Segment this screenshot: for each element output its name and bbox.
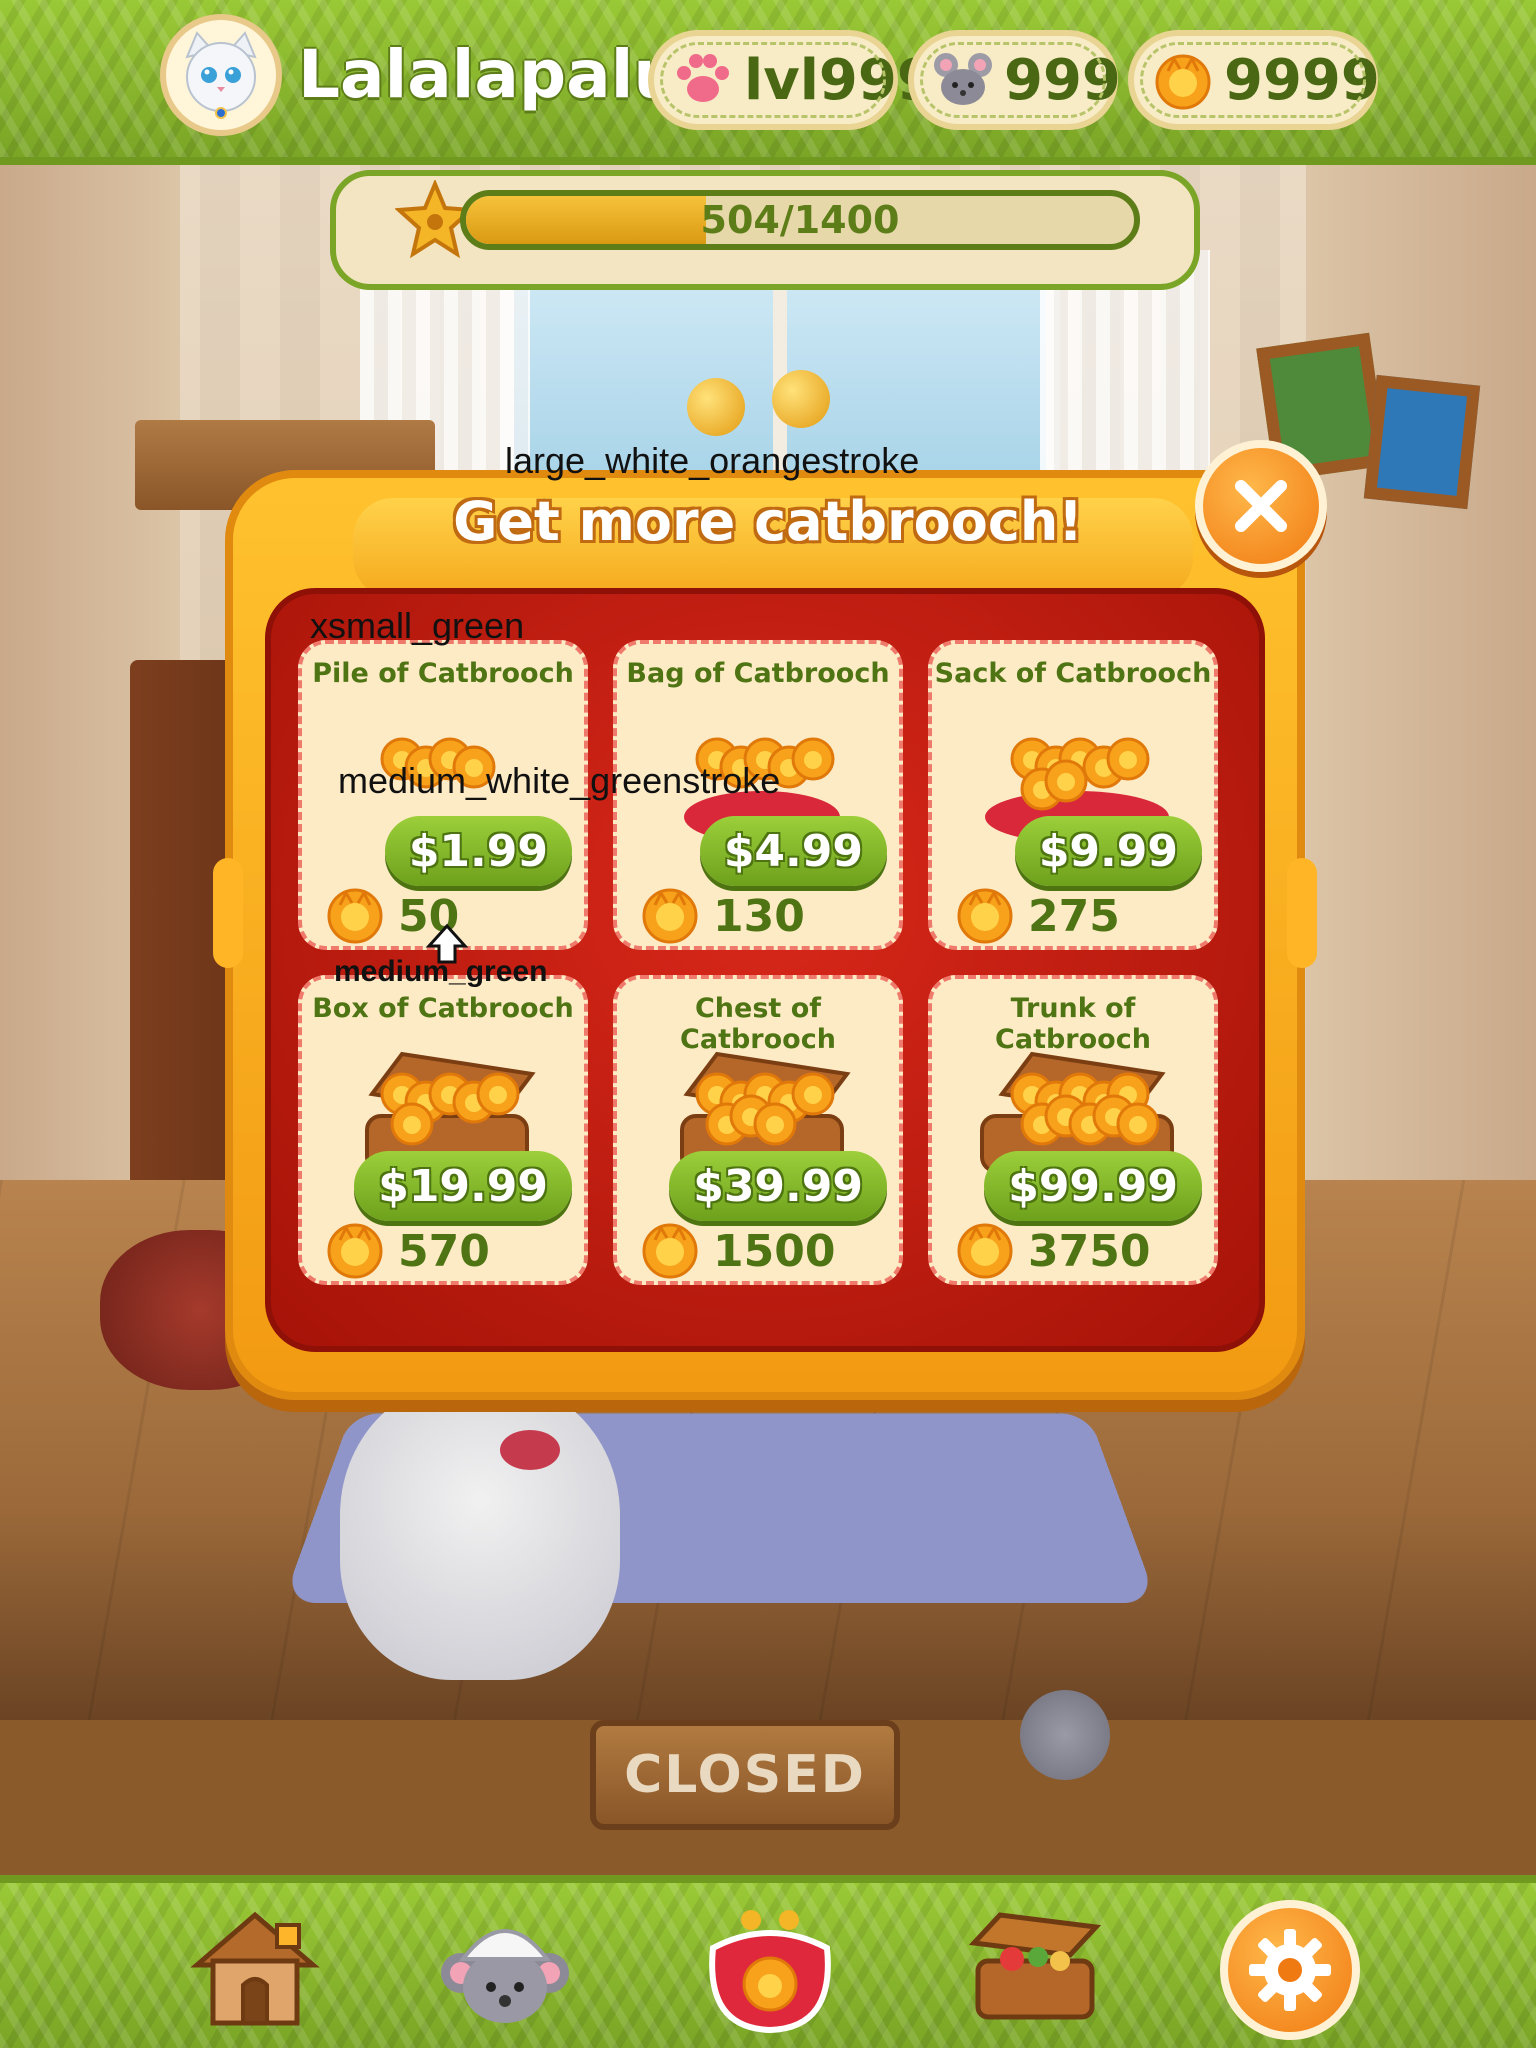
shop-item-title: Sack of Catbrooch [934, 658, 1212, 689]
mice-value: 999 [1004, 47, 1121, 113]
dialog-side-knob-right [1287, 858, 1317, 968]
buy-price-button[interactable]: $1.99 [384, 816, 572, 886]
shop-item-card[interactable]: Box of Catbrooch $19.99 570 [298, 975, 588, 1285]
catbrooch-coin-icon [322, 881, 388, 951]
annotation-amount-style: medium_green [334, 955, 548, 988]
catbrooch-amount-value: 570 [398, 1225, 490, 1277]
shop-item-title: Pile of Catbrooch [312, 658, 574, 689]
level-counter: lvl999 [648, 30, 936, 130]
buy-price-button[interactable]: $39.99 [669, 1151, 887, 1221]
closed-sign[interactable]: CLOSED [590, 1720, 900, 1830]
catbrooch-coin-icon [952, 881, 1018, 951]
close-icon [1235, 480, 1287, 532]
catbrooch-amount-value: 1500 [713, 1225, 836, 1277]
mouse-helmet-icon [441, 1928, 569, 2023]
catbrooch-amount-value: 275 [1028, 890, 1120, 942]
paw-icon [670, 47, 736, 113]
gear-icon [1249, 1929, 1331, 2011]
catbrooch-amount: 570 [322, 1219, 490, 1283]
xp-progress-text: 504/1400 [700, 198, 900, 242]
catbrooch-amount: 275 [952, 884, 1120, 948]
buy-price-button[interactable]: $4.99 [699, 816, 887, 886]
dialog-ear-left [687, 378, 745, 436]
catbrooch-coin-icon [322, 1216, 388, 1286]
cat-avatar-icon [185, 31, 257, 119]
player-name: Lalalapalu [298, 36, 681, 113]
nav-shop-button[interactable] [695, 1895, 845, 2040]
annotation-card-title-style: xsmall_green [310, 605, 525, 646]
nav-mouse-button[interactable] [430, 1895, 580, 2040]
annotation-title-style: large_white_orangestroke [505, 440, 920, 481]
catbrooch-coin-icon [637, 1216, 703, 1286]
treasure-chest-icon [968, 1911, 1102, 2019]
coin-purse-icon [709, 1909, 831, 2033]
buy-price-button[interactable]: $19.99 [354, 1151, 572, 1221]
catbrooch-value: 9999 [1224, 47, 1380, 113]
cat-collar [500, 1430, 560, 1470]
nav-home-button[interactable] [180, 1895, 330, 2040]
dialog-side-knob-left [213, 858, 243, 968]
mouse-character[interactable] [1020, 1690, 1110, 1780]
player-avatar[interactable] [160, 14, 282, 136]
shop-item-title: Box of Catbrooch [312, 993, 574, 1024]
house-icon [190, 1911, 320, 2025]
annotation-price-style: medium_white_greenstroke [338, 760, 781, 801]
dialog-ear-right [772, 370, 830, 428]
xp-progress-bar: 504/1400 [460, 190, 1140, 250]
catbrooch-amount-value: 130 [713, 890, 805, 942]
catbrooch-amount: 1500 [637, 1219, 835, 1283]
catbrooch-coin-icon [952, 1216, 1018, 1286]
settings-button[interactable] [1220, 1900, 1360, 2040]
shop-item-title: Bag of Catbrooch [626, 658, 890, 689]
catbrooch-counter: 9999 [1128, 30, 1380, 130]
buy-price-button[interactable]: $9.99 [1014, 816, 1202, 886]
catbrooch-amount: 130 [637, 884, 805, 948]
shop-item-card[interactable]: Chest of Catbrooch $39.99 1500 [613, 975, 903, 1285]
catbrooch-coin-icon [1150, 47, 1216, 113]
cat-character[interactable] [340, 1380, 620, 1680]
closed-sign-label: CLOSED [624, 1745, 866, 1805]
mouse-icon [930, 47, 996, 113]
mice-counter: 999 [908, 30, 1121, 130]
game-scene: Lalalapalu lvl999 999 9999 504/1400 Get … [0, 0, 1536, 2048]
shop-item-card[interactable]: Trunk of Catbrooch $99.99 3750 [928, 975, 1218, 1285]
buy-price-button[interactable]: $99.99 [984, 1151, 1202, 1221]
nav-items-button[interactable] [960, 1895, 1110, 2040]
shop-item-card[interactable]: Sack of Catbrooch $9.99 275 [928, 640, 1218, 950]
close-button[interactable] [1195, 440, 1327, 572]
wall-picture-fish [1363, 374, 1481, 510]
catbrooch-coin-icon [637, 881, 703, 951]
catbrooch-amount: 3750 [952, 1219, 1150, 1283]
catbrooch-amount-value: 3750 [1028, 1225, 1151, 1277]
